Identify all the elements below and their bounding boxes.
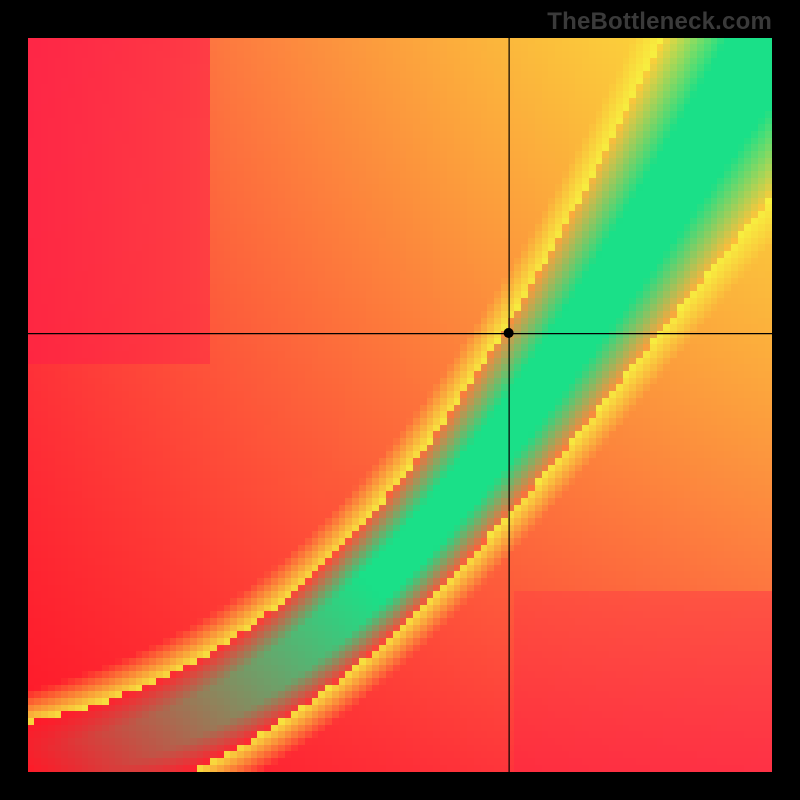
heatmap-plot — [28, 38, 772, 772]
heatmap-canvas — [28, 38, 772, 772]
watermark-text: TheBottleneck.com — [547, 8, 772, 36]
